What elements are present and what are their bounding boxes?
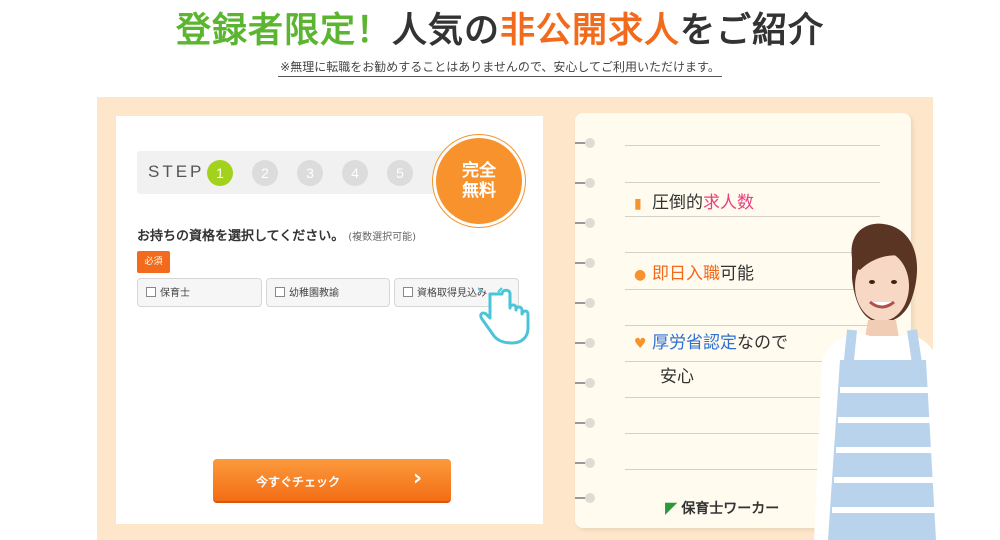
feature-job-count-highlight: 求人数	[703, 193, 754, 213]
required-badge: 必須	[137, 251, 170, 273]
step-dot-2: 2	[252, 160, 278, 186]
notebook-ring-icon	[575, 218, 599, 228]
notebook-ring-icon	[575, 258, 599, 268]
notebook-ring-icon	[575, 418, 599, 428]
leaf-logo-icon: ◤	[665, 498, 678, 517]
smiling-nurse-photo	[814, 223, 940, 540]
chevron-right-icon: ›	[413, 466, 423, 491]
subheadline-text: ※無理に転職をお勧めすることはありませんので、安心してご利用いただけます。	[278, 58, 722, 77]
feature-same-day-suffix: 可能	[720, 264, 754, 284]
step-label: STEP	[148, 162, 205, 181]
person-icon: ●	[634, 267, 647, 283]
notebook-ring-icon	[575, 493, 599, 503]
option-label: 幼稚園教諭	[289, 288, 339, 299]
hoikushi-worker-logo: ◤ 保育士ワーカー	[665, 498, 779, 518]
step-dot-4: 4	[342, 160, 368, 186]
step-dot-3: 3	[297, 160, 323, 186]
subheadline-note: ※無理に転職をお勧めすることはありませんので、安心してご利用いただけます。	[0, 56, 1000, 77]
step-dot-1: 1	[207, 160, 233, 186]
notebook-ring-icon	[575, 338, 599, 348]
notebook-rule	[625, 145, 880, 146]
option-kindergarten-teacher[interactable]: 幼稚園教諭	[266, 278, 390, 307]
headline-introduce: をご紹介	[680, 11, 825, 51]
checkbox-icon[interactable]	[146, 287, 156, 297]
notebook-ring-icon	[575, 378, 599, 388]
headline-popular: 人気の	[391, 11, 500, 51]
headline: 登録者限定！人気の非公開求人をご紹介	[0, 2, 1000, 53]
pointer-hand-icon	[478, 286, 530, 345]
option-label: 資格取得見込み	[417, 288, 487, 299]
checkbox-icon[interactable]	[275, 287, 285, 297]
option-childcare-worker[interactable]: 保育士	[137, 278, 262, 307]
feature-certified-highlight: 厚労省認定	[652, 333, 737, 353]
free-badge-line1: 完全	[462, 161, 496, 181]
option-label: 保育士	[160, 288, 190, 299]
free-badge-line2: 無料	[462, 181, 496, 201]
notebook-ring-icon	[575, 298, 599, 308]
question-text: お持ちの資格を選択してください。	[137, 229, 345, 244]
notebook-ring-icon	[575, 138, 599, 148]
notebook-rule	[625, 216, 880, 217]
headline-limited: 登録者限定！	[175, 11, 392, 51]
feature-same-day-highlight: 即日入職	[652, 264, 720, 284]
feature-job-count-prefix: 圧倒的	[652, 193, 703, 213]
check-now-label: 今すぐチェック	[255, 475, 340, 489]
free-badge: 完全 無料	[436, 138, 522, 224]
headline-private-jobs: 非公開求人	[500, 11, 681, 51]
document-icon: ▮	[634, 196, 642, 212]
checkbox-icon[interactable]	[403, 287, 413, 297]
logo-text: 保育士ワーカー	[681, 501, 780, 517]
question-note: (複数選択可能)	[348, 232, 417, 243]
feature-certified-suffix: なので	[737, 333, 788, 353]
feature-certified: ♥ 厚労省認定なので	[634, 328, 788, 353]
check-now-button[interactable]: 今すぐチェック ›	[213, 459, 451, 503]
heart-icon: ♥	[634, 336, 647, 352]
qualification-question: お持ちの資格を選択してください。 (複数選択可能)	[137, 225, 416, 244]
notebook-ring-icon	[575, 178, 599, 188]
feature-same-day-start: ● 即日入職可能	[634, 259, 754, 284]
notebook-rule	[625, 182, 880, 183]
notebook-ring-icon	[575, 458, 599, 468]
feature-job-count: ▮ 圧倒的求人数	[634, 188, 754, 213]
step-dot-5: 5	[387, 160, 413, 186]
feature-certified-line2: 安心	[660, 367, 694, 387]
